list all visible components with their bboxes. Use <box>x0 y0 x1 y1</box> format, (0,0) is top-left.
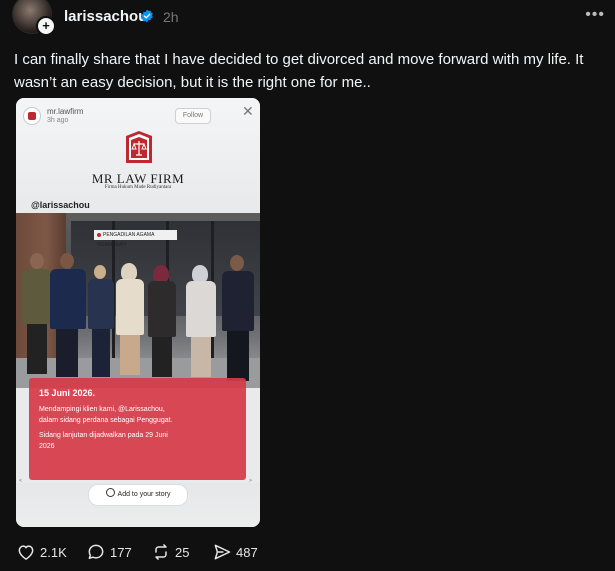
scales-logo-icon <box>126 131 152 163</box>
close-icon: ✕ <box>242 103 254 119</box>
story-account-name: mr.lawfirm <box>47 107 84 116</box>
verified-badge-icon <box>141 9 153 23</box>
comment-icon <box>88 544 104 559</box>
like-count: 2.1K <box>40 544 67 560</box>
case-line: Mendampingi klien kami, @Larissachou, <box>39 406 165 413</box>
story-age: 3h ago <box>47 117 69 124</box>
story-image[interactable]: mr.lawfirm 3h ago Follow ✕ MR LAW FIRM F… <box>16 98 260 527</box>
post-timestamp: 2h <box>163 9 179 25</box>
share-count: 487 <box>236 544 258 560</box>
comment-button[interactable]: 177 <box>86 541 132 563</box>
court-sign: PENGADILAN AGAMA NGAMPRAH <box>94 230 177 248</box>
plus-icon[interactable]: + <box>36 16 56 36</box>
story-account-avatar <box>23 107 41 125</box>
case-line: dalam sidang perdana sebagai Penggugat. <box>39 417 173 424</box>
repost-count: 25 <box>175 544 190 560</box>
group-photo: PENGADILAN AGAMA NGAMPRAH <box>16 213 260 388</box>
share-icon <box>214 544 231 560</box>
story-add-icon <box>105 488 115 497</box>
case-line: Sidang lanjutan dijadwalkan pada 29 Juni <box>39 432 168 439</box>
tagged-handle: @larissachou <box>31 200 90 210</box>
threads-post: + larissachou 2h ••• I can finally share… <box>0 0 615 571</box>
like-button[interactable]: 2.1K <box>16 541 67 563</box>
comment-count: 177 <box>110 544 132 560</box>
avatar-wrapper[interactable]: + <box>12 0 56 36</box>
share-button[interactable]: 487 <box>212 541 258 563</box>
repost-icon <box>155 544 167 560</box>
add-to-story-label: Add to your story <box>117 491 171 498</box>
next-arrow: > <box>249 478 252 484</box>
more-icon[interactable]: ••• <box>585 6 605 24</box>
story-follow-button: Follow <box>175 108 211 124</box>
prev-arrow: < <box>19 478 22 484</box>
case-info-box: 15 Juni 2026. Mendampingi klien kami, @L… <box>29 378 246 480</box>
case-line: 2026 <box>39 443 55 450</box>
username-link[interactable]: larissachou <box>64 8 147 25</box>
heart-icon <box>18 545 34 560</box>
post-caption: I can finally share that I have decided … <box>14 51 584 91</box>
repost-button[interactable]: 25 <box>151 541 189 563</box>
case-date: 15 Juni 2026. <box>39 388 96 398</box>
firm-subtitle: Firma Hukum Made Rudiyantara <box>104 185 172 190</box>
add-to-story-button: Add to your story <box>88 484 188 506</box>
